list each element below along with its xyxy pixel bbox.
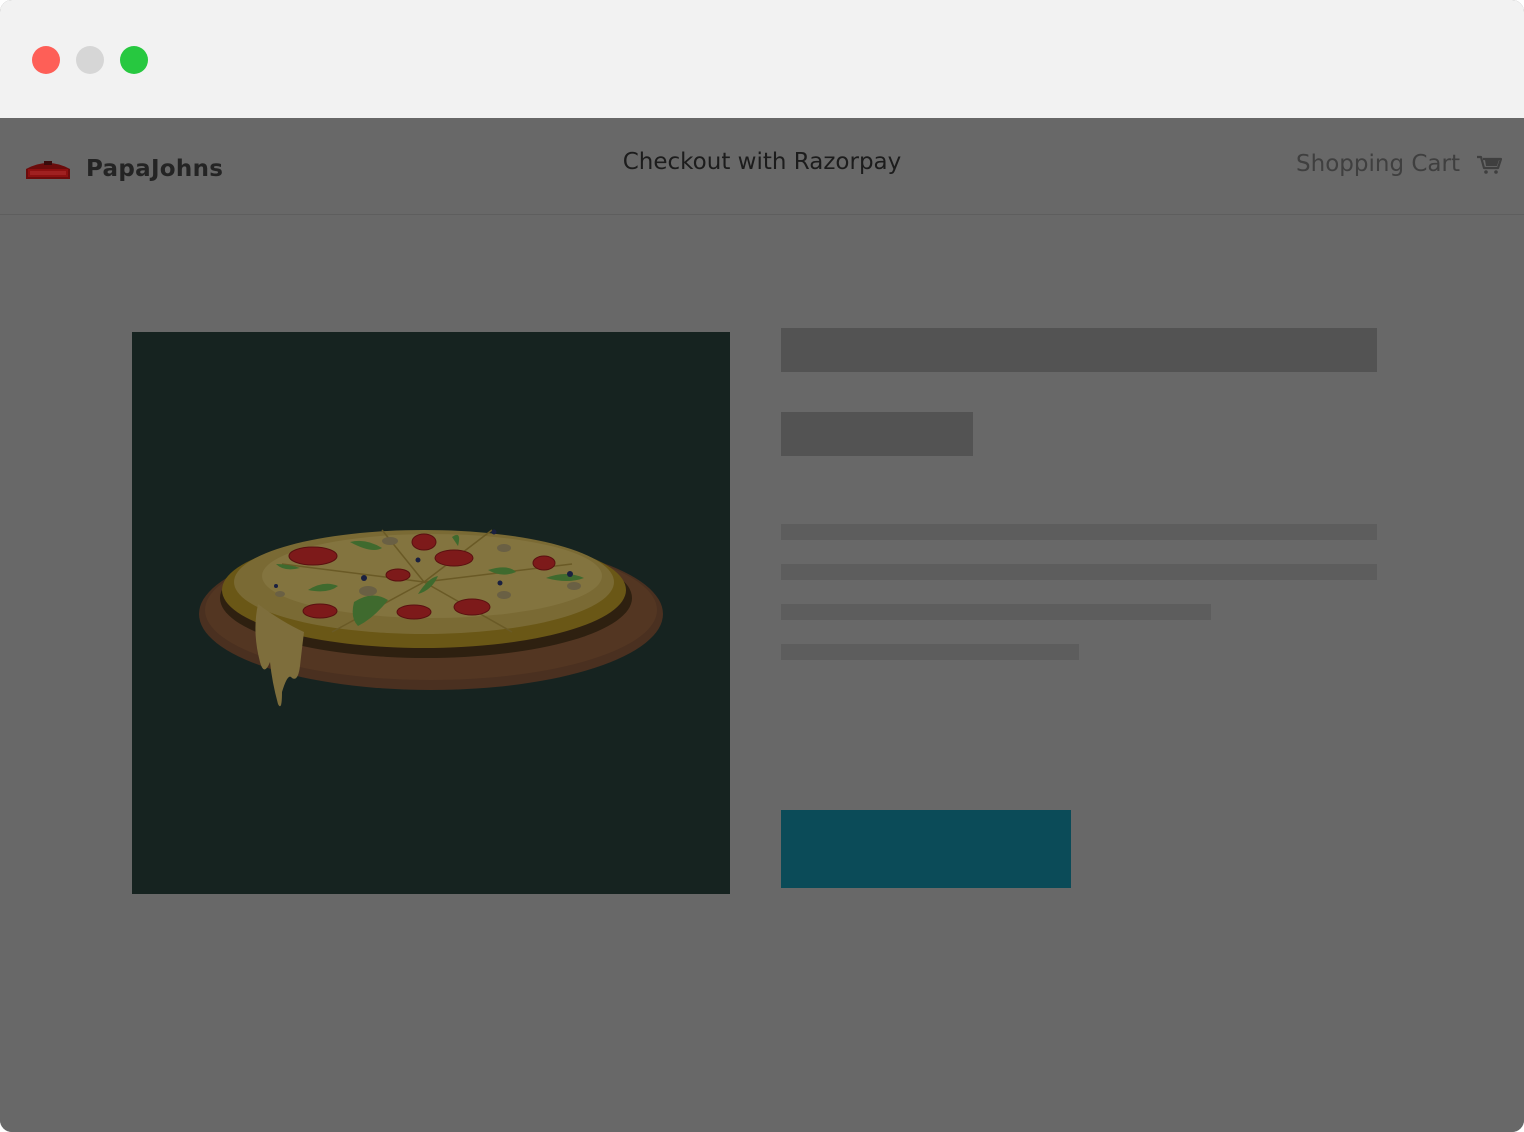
description-line-placeholder (781, 604, 1211, 620)
window-titlebar (0, 0, 1524, 118)
buy-now-button[interactable] (781, 810, 1071, 888)
window-maximize-button[interactable] (120, 46, 148, 74)
description-line-placeholder (781, 524, 1377, 540)
window-minimize-button[interactable] (76, 46, 104, 74)
description-line-placeholder (781, 564, 1377, 580)
shopping-cart-label: Shopping Cart (1296, 151, 1460, 177)
shopping-cart-link[interactable]: Shopping Cart (1296, 151, 1502, 177)
description-line-placeholder (781, 644, 1079, 660)
shopping-cart-icon (1477, 155, 1502, 174)
product-price-placeholder (781, 412, 973, 456)
product-image (132, 332, 730, 894)
page-content: PapaJohns Checkout with Razorpay Shoppin… (0, 118, 1524, 1132)
navbar: PapaJohns Checkout with Razorpay Shoppin… (0, 118, 1524, 215)
window-close-button[interactable] (32, 46, 60, 74)
browser-window: PapaJohns Checkout with Razorpay Shoppin… (0, 0, 1524, 1132)
product-title-placeholder (781, 328, 1377, 372)
pizza-illustration (199, 529, 663, 707)
